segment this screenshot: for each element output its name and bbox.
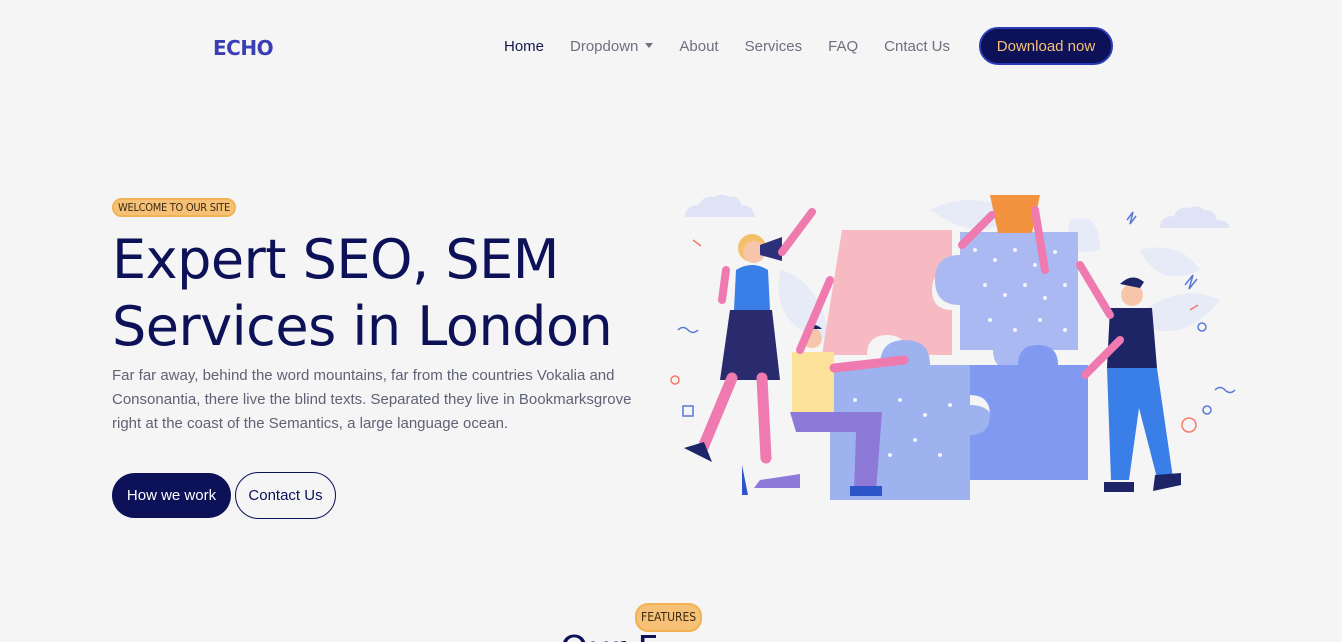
hero-title: Expert SEO, SEM Services in London — [112, 226, 672, 360]
welcome-badge: WELCOME TO OUR SITE — [112, 198, 237, 217]
puzzle-piece-pink — [822, 230, 952, 355]
download-now-button[interactable]: Download now — [979, 27, 1113, 65]
hero-title-line-2: Services in London — [112, 295, 613, 358]
caret-down-icon — [645, 42, 654, 48]
top-navbar: ECHO Home Dropdown About Services FAQ Cn… — [0, 0, 1342, 94]
brand-logo[interactable]: ECHO — [213, 36, 274, 60]
nav-item-dropdown[interactable]: Dropdown — [557, 38, 666, 55]
team-puzzle-illustration — [670, 194, 1236, 500]
contact-us-button[interactable]: Contact Us — [235, 472, 336, 519]
nav-item-dropdown-label: Dropdown — [570, 37, 639, 55]
features-title: Our F — [560, 630, 658, 642]
features-badge: FEATURES — [635, 603, 703, 632]
nav-item-faq[interactable]: FAQ — [815, 38, 871, 55]
nav-menu: Home Dropdown About Services FAQ Cntact … — [491, 27, 963, 65]
hero-description: Far far away, behind the word mountains,… — [112, 367, 632, 432]
nav-item-contact[interactable]: Cntact Us — [871, 38, 963, 55]
nav-item-services[interactable]: Services — [732, 38, 816, 55]
nav-item-about[interactable]: About — [666, 38, 731, 55]
how-we-work-button[interactable]: How we work — [112, 473, 231, 518]
hero-title-line-1: Expert SEO, SEM — [112, 228, 559, 291]
nav-item-home[interactable]: Home — [491, 38, 557, 55]
woman-with-megaphone — [684, 208, 816, 464]
